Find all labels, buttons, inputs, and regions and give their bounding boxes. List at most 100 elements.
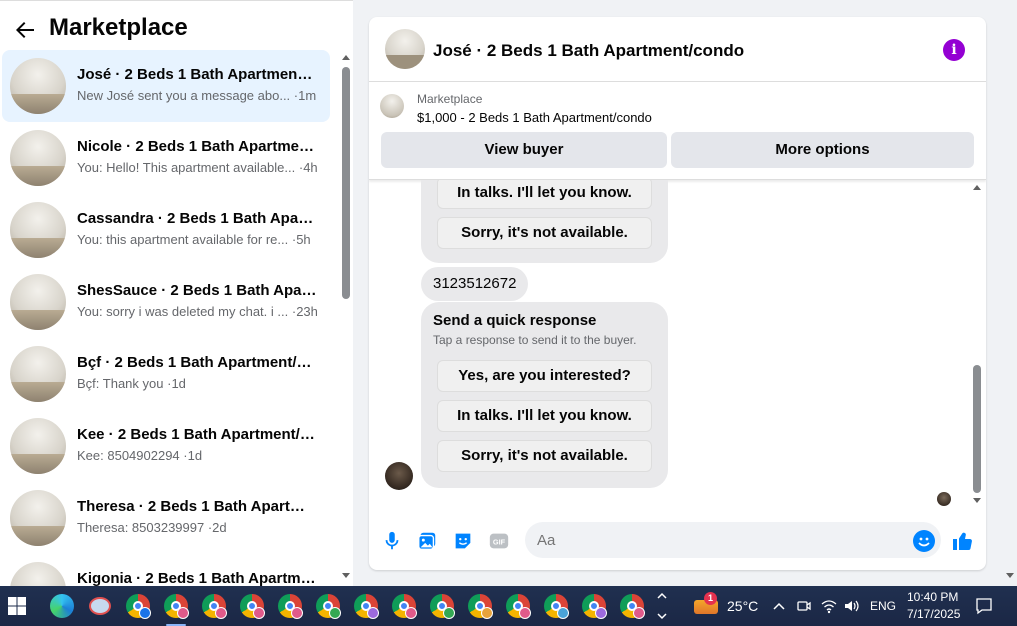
sticker-icon[interactable] [452, 530, 474, 552]
conversation-name: Nicole · 2 Beds 1 Bath Apartment/condo [77, 138, 317, 155]
conversation-scrollbar[interactable] [338, 49, 353, 587]
quick-response-option[interactable]: Sorry, it's not available. [437, 440, 652, 472]
clock-time[interactable]: 10:40 PM [907, 590, 958, 604]
weather-icon[interactable]: 1 [694, 592, 718, 618]
gif-icon[interactable]: GIF [488, 530, 510, 552]
quick-response-title: Send a quick response [433, 312, 597, 329]
conversation-preview: Theresa: 8503239997 ·2d [77, 520, 227, 535]
listing-avatar [10, 562, 66, 587]
notification-icon[interactable] [975, 597, 993, 615]
chat-avatar[interactable] [385, 29, 425, 69]
paint-icon[interactable] [86, 592, 114, 620]
conversation-item[interactable]: Kee · 2 Beds 1 Bath Apartment/condo Kee:… [2, 410, 330, 482]
chrome-icon[interactable] [542, 592, 570, 620]
conversation-name: José · 2 Beds 1 Bath Apartment/condo [77, 66, 317, 83]
message-composer: GIF [369, 517, 986, 570]
quick-response-option[interactable]: Yes, are you interested? [437, 360, 652, 392]
windows-start-icon[interactable] [8, 597, 26, 615]
listing-label: Marketplace [417, 92, 483, 106]
conversation-preview: You: this apartment available for re... … [77, 232, 311, 247]
microphone-icon[interactable] [381, 530, 403, 552]
conversation-list: José · 2 Beds 1 Bath Apartment/condo New… [0, 49, 338, 587]
scroll-down-icon[interactable] [973, 498, 981, 503]
conversation-item[interactable]: Nicole · 2 Beds 1 Bath Apartment/condo Y… [2, 122, 330, 194]
chrome-icon[interactable] [200, 592, 228, 620]
chrome-icon[interactable] [314, 592, 342, 620]
listing-avatar [10, 274, 66, 330]
meet-now-icon[interactable] [796, 598, 812, 614]
conversation-name: Kee · 2 Beds 1 Bath Apartment/condo [77, 426, 317, 443]
more-options-button[interactable]: More options [671, 132, 974, 168]
chevron-up-icon[interactable] [772, 599, 786, 613]
conversation-name: Theresa · 2 Beds 1 Bath Apartment/condo [77, 498, 317, 515]
scroll-up-icon[interactable] [342, 55, 350, 60]
page-title: Marketplace [49, 14, 188, 41]
chrome-icon[interactable] [124, 592, 152, 620]
message-input[interactable] [525, 522, 941, 558]
chrome-icon[interactable] [352, 592, 380, 620]
listing-avatar [10, 130, 66, 186]
language-indicator[interactable]: ENG [870, 599, 896, 613]
chrome-icon[interactable] [390, 592, 418, 620]
conversation-item[interactable]: Bçf · 2 Beds 1 Bath Apartment/condo Bçf:… [2, 338, 330, 410]
weather-temp[interactable]: 25°C [727, 598, 758, 614]
scroll-down-icon[interactable] [1006, 573, 1014, 578]
listing-actions: View buyer More options [369, 132, 986, 180]
listing-thumbnail [380, 94, 404, 118]
listing-summary[interactable]: Marketplace $1,000 - 2 Beds 1 Bath Apart… [369, 82, 986, 132]
chrome-icon[interactable] [276, 592, 304, 620]
conversation-item[interactable]: ShesSauce · 2 Beds 1 Bath Apartment/cond… [2, 266, 330, 338]
volume-icon[interactable] [843, 598, 861, 614]
view-buyer-button[interactable]: View buyer [381, 132, 667, 168]
seen-avatar [937, 492, 951, 506]
info-icon[interactable]: i [943, 39, 965, 61]
chrome-icon[interactable] [580, 592, 608, 620]
chrome-icon[interactable] [428, 592, 456, 620]
conversation-preview: New José sent you a message abo... ·1m [77, 88, 317, 103]
conversation-name: Cassandra · 2 Beds 1 Bath Apartment/cond… [77, 210, 317, 227]
conversation-preview: Bçf: Thank you ·1d [77, 376, 186, 391]
edge-icon[interactable] [48, 592, 76, 620]
chrome-icon[interactable] [618, 592, 646, 620]
quick-response-option[interactable]: Sorry, it's not available. [437, 217, 652, 249]
conversation-item[interactable]: Cassandra · 2 Beds 1 Bath Apartment/cond… [2, 194, 330, 266]
phone-message: 3123512672 [421, 267, 529, 301]
chrome-icon[interactable] [238, 592, 266, 620]
taskbar-overflow-icon[interactable] [655, 589, 669, 623]
thread-scrollbar[interactable] [970, 181, 984, 516]
back-arrow-icon[interactable] [13, 18, 37, 42]
quick-response-option[interactable]: In talks. I'll let you know. [437, 180, 652, 209]
chrome-icon[interactable] [466, 592, 494, 620]
listing-avatar [10, 58, 66, 114]
conversation-item[interactable]: Kigonia · 2 Beds 1 Bath Apartment/condo [2, 554, 330, 587]
emoji-icon[interactable] [913, 530, 935, 552]
photo-icon[interactable] [416, 530, 438, 552]
chat-header: José · 2 Beds 1 Bath Apartment/condo i [369, 17, 986, 82]
message-thread: In talks. I'll let you know. Sorry, it's… [369, 180, 986, 515]
listing-avatar [10, 490, 66, 546]
conversation-name: Bçf · 2 Beds 1 Bath Apartment/condo [77, 354, 317, 371]
chrome-icon[interactable] [504, 592, 532, 620]
chat-panel: José · 2 Beds 1 Bath Apartment/condo i M… [369, 17, 986, 570]
scroll-down-icon[interactable] [342, 573, 350, 578]
svg-text:GIF: GIF [493, 538, 506, 547]
marketplace-header: Marketplace [0, 1, 353, 49]
scroll-thumb[interactable] [973, 365, 981, 493]
scroll-thumb[interactable] [342, 67, 350, 299]
conversation-panel: Marketplace José · 2 Beds 1 Bath Apartme… [0, 0, 353, 587]
conversation-item[interactable]: José · 2 Beds 1 Bath Apartment/condo New… [2, 50, 330, 122]
conversation-preview: You: sorry i was deleted my chat. i ... … [77, 304, 317, 319]
scroll-up-icon[interactable] [973, 185, 981, 190]
chat-title[interactable]: José · 2 Beds 1 Bath Apartment/condo [433, 41, 744, 61]
conversation-name: ShesSauce · 2 Beds 1 Bath Apartment/cond… [77, 282, 317, 299]
like-icon[interactable] [951, 529, 975, 553]
clock-date[interactable]: 7/17/2025 [907, 607, 960, 621]
listing-avatar [10, 346, 66, 402]
listing-avatar [10, 418, 66, 474]
chrome-icon[interactable] [162, 592, 190, 626]
quick-response-option[interactable]: In talks. I'll let you know. [437, 400, 652, 432]
conversation-item[interactable]: Theresa · 2 Beds 1 Bath Apartment/condo … [2, 482, 330, 554]
listing-price: $1,000 - 2 Beds 1 Bath Apartment/condo [417, 110, 652, 125]
network-icon[interactable] [820, 598, 838, 614]
listing-avatar [10, 202, 66, 258]
